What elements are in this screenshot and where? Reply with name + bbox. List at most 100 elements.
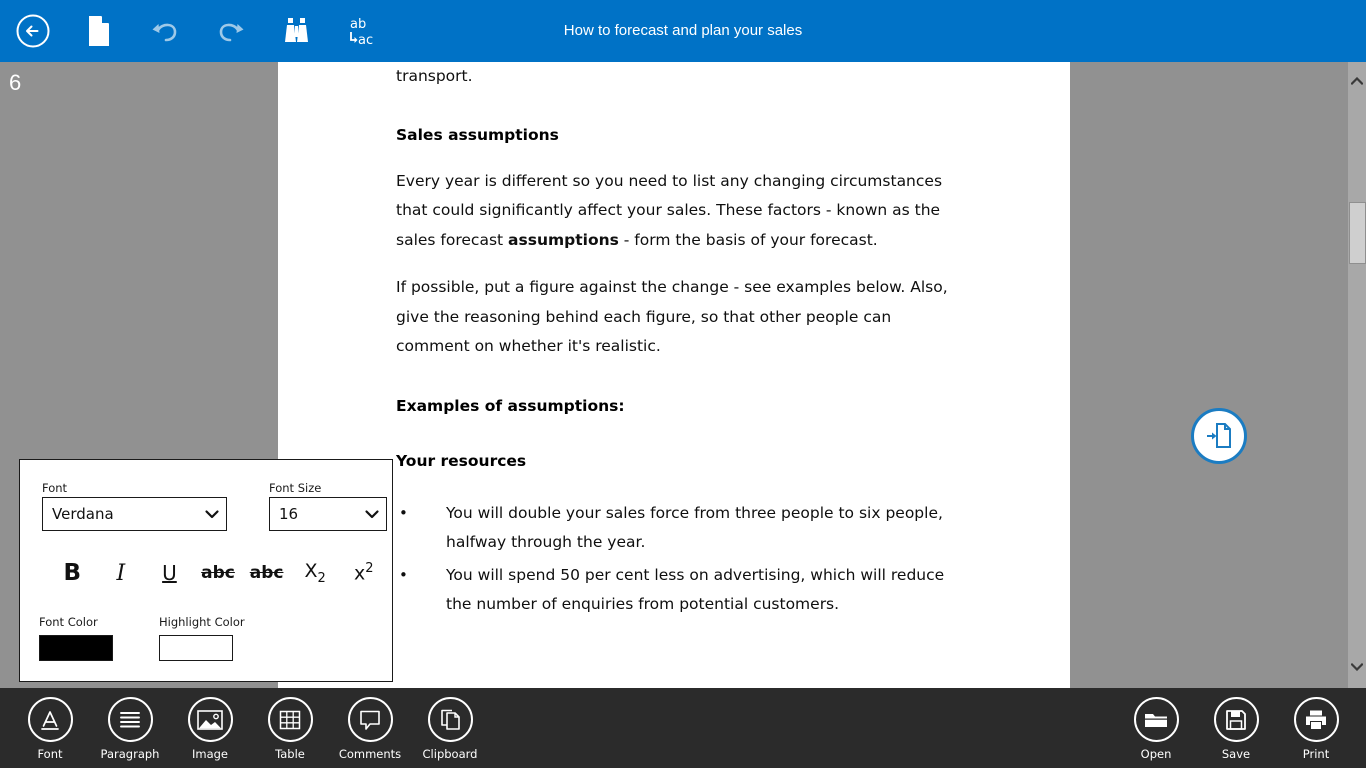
comment-bubble-icon <box>360 710 380 730</box>
svg-text:ab: ab <box>350 17 366 32</box>
underline-button[interactable]: U <box>145 561 194 585</box>
document-content[interactable]: plan the necessary resources in areas su… <box>396 62 966 623</box>
subscript-base: X <box>304 560 318 583</box>
bottom-item-font[interactable]: Font <box>10 688 90 768</box>
replace-button[interactable]: ab ac <box>330 0 396 62</box>
paragraph-if-possible: If possible, put a figure against the ch… <box>396 278 948 355</box>
scroll-up-button[interactable] <box>1348 70 1366 92</box>
subscript-button[interactable]: X2 <box>291 560 340 586</box>
top-toolbar-buttons: ab ac <box>0 0 396 62</box>
font-panel: Font Verdana Font Size 16 B I U abc abc … <box>19 459 393 682</box>
bottom-toolbar-left-group: Font Paragraph Image Table Comments Clip… <box>10 688 490 768</box>
bottom-item-save[interactable]: Save <box>1196 688 1276 768</box>
strikethrough-button[interactable]: abc <box>194 563 243 583</box>
paragraph-lines-icon <box>120 711 140 727</box>
document-page[interactable]: plan the necessary resources in areas su… <box>278 62 1070 688</box>
bottom-item-image[interactable]: Image <box>170 688 250 768</box>
chevron-down-icon <box>365 510 379 519</box>
clipboard-copy-icon <box>441 709 460 730</box>
font-color-label: Font Color <box>39 615 98 629</box>
top-toolbar: ab ac How to forecast and plan your sale… <box>0 0 1366 62</box>
printer-icon <box>1306 710 1326 729</box>
image-picture-icon <box>197 709 223 730</box>
font-label: Font <box>42 481 68 495</box>
document-editor-app: ab ac How to forecast and plan your sale… <box>0 0 1366 768</box>
replace-icon: ab ac <box>350 17 373 48</box>
bold-button[interactable]: B <box>48 560 97 586</box>
scroll-down-button[interactable] <box>1348 656 1366 678</box>
insert-page-icon <box>1207 423 1231 448</box>
page-number-indicator: 6 <box>9 70 22 95</box>
double-strikethrough-button[interactable]: abc <box>242 563 291 583</box>
bullet-glyph: • <box>399 503 408 522</box>
undo-button[interactable] <box>132 0 198 62</box>
font-size-select[interactable]: 16 <box>269 497 387 531</box>
bottom-item-label: Comments <box>338 747 402 761</box>
bottom-item-clipboard[interactable]: Clipboard <box>410 688 490 768</box>
binoculars-find-icon <box>285 18 308 42</box>
floppy-save-icon <box>1226 709 1246 730</box>
bottom-item-print[interactable]: Print <box>1276 688 1356 768</box>
font-family-value: Verdana <box>52 505 114 523</box>
find-button[interactable] <box>264 0 330 62</box>
insert-page-button[interactable] <box>1191 408 1247 464</box>
chevron-up-icon <box>1351 77 1363 85</box>
redo-button[interactable] <box>198 0 264 62</box>
bottom-item-open[interactable]: Open <box>1116 688 1196 768</box>
new-document-icon <box>89 15 110 46</box>
bottom-item-table[interactable]: Table <box>250 688 330 768</box>
highlight-color-label: Highlight Color <box>159 615 245 629</box>
italic-button[interactable]: I <box>97 561 146 586</box>
table-grid-icon <box>279 710 301 729</box>
list-item-text: You will spend 50 per cent less on adver… <box>446 565 945 614</box>
bottom-item-label: Save <box>1221 747 1251 761</box>
list-item-text: You will double your sales force from th… <box>446 503 943 552</box>
heading-sales-assumptions: Sales assumptions <box>396 126 559 144</box>
superscript-base: x <box>353 562 366 585</box>
bottom-item-paragraph[interactable]: Paragraph <box>90 688 170 768</box>
list-item: • You will spend 50 per cent less on adv… <box>396 561 966 620</box>
back-icon <box>16 14 50 48</box>
bottom-item-label: Open <box>1140 747 1172 761</box>
vertical-scrollbar[interactable] <box>1348 62 1366 688</box>
bottom-item-label: Paragraph <box>100 747 160 761</box>
paragraph-every-year: Every year is different so you need to l… <box>396 167 966 256</box>
chevron-down-icon <box>205 510 219 519</box>
bullet-glyph: • <box>399 565 408 584</box>
bottom-item-label: Font <box>37 747 63 761</box>
table-grid-icon-circle <box>267 697 313 742</box>
svg-text:ac: ac <box>358 33 373 48</box>
comment-bubble-icon-circle <box>347 697 393 742</box>
bottom-item-label: Table <box>275 747 305 761</box>
font-color-swatch[interactable] <box>39 635 113 661</box>
assumptions-bullet-list: • You will double your sales force from … <box>396 499 966 620</box>
font-size-label: Font Size <box>269 481 322 495</box>
printer-icon-circle <box>1293 697 1339 742</box>
back-button[interactable] <box>0 0 66 62</box>
image-picture-icon-circle <box>187 697 233 742</box>
superscript-index: 2 <box>365 561 374 577</box>
bottom-toolbar: Font Paragraph Image Table Comments Clip… <box>0 688 1366 768</box>
list-item: • You will double your sales force from … <box>396 499 966 558</box>
paragraph-top: plan the necessary resources in areas su… <box>396 66 473 85</box>
folder-open-icon <box>1145 713 1167 727</box>
paragraph-lines-icon-circle <box>107 697 153 742</box>
chevron-down-icon <box>1351 663 1363 671</box>
superscript-button[interactable]: x2 <box>339 561 388 584</box>
font-size-value: 16 <box>279 505 299 523</box>
undo-icon <box>152 23 177 42</box>
redo-icon <box>219 23 244 42</box>
bottom-item-label: Print <box>1302 747 1330 761</box>
font-a-icon-circle <box>27 697 73 742</box>
scrollbar-thumb[interactable] <box>1349 202 1366 264</box>
floppy-save-icon-circle <box>1213 697 1259 742</box>
font-a-icon <box>41 710 59 730</box>
new-document-button[interactable] <box>66 0 132 62</box>
paragraph-every-year-part2: - form the basis of your forecast. <box>618 230 878 249</box>
highlight-color-swatch[interactable] <box>159 635 233 661</box>
heading-your-resources: Your resources <box>396 452 527 470</box>
bottom-item-comments[interactable]: Comments <box>330 688 410 768</box>
font-family-select[interactable]: Verdana <box>42 497 227 531</box>
folder-open-icon-circle <box>1133 697 1179 742</box>
bottom-toolbar-right-group: Open Save Print <box>1116 688 1356 768</box>
